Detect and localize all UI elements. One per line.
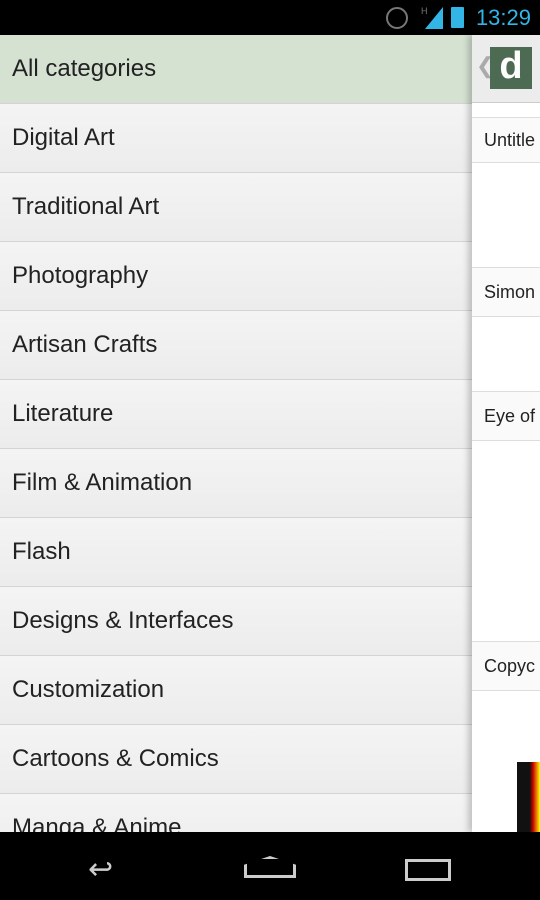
thumbnail-image[interactable]: [517, 762, 540, 832]
clock: 13:29: [475, 5, 531, 30]
nav-bar: ↩: [0, 832, 540, 900]
list-item[interactable]: Untitle: [472, 117, 540, 163]
list-item[interactable]: Eye of: [472, 391, 540, 441]
list-item[interactable]: Copyc: [472, 641, 540, 691]
category-item[interactable]: Customization: [0, 656, 472, 725]
action-bar: ❮ d: [472, 35, 540, 103]
content-panel[interactable]: ❮ d Untitle Simon Eye of Copyc: [472, 35, 540, 832]
home-icon[interactable]: [244, 856, 296, 878]
category-item[interactable]: Manga & Anime: [0, 794, 472, 832]
recent-apps-icon[interactable]: [405, 859, 451, 881]
category-item[interactable]: Designs & Interfaces: [0, 587, 472, 656]
category-item[interactable]: Film & Animation: [0, 449, 472, 518]
svg-text:H: H: [421, 6, 428, 16]
back-icon[interactable]: ↩: [88, 852, 113, 887]
category-item[interactable]: Flash: [0, 518, 472, 587]
category-item[interactable]: Literature: [0, 380, 472, 449]
category-item[interactable]: Cartoons & Comics: [0, 725, 472, 794]
category-item[interactable]: All categories: [0, 35, 472, 104]
battery-icon: [451, 7, 464, 28]
category-item[interactable]: Artisan Crafts: [0, 311, 472, 380]
signal-icon: H: [421, 6, 443, 29]
category-item[interactable]: Traditional Art: [0, 173, 472, 242]
category-item[interactable]: Photography: [0, 242, 472, 311]
alarm-icon: [386, 7, 408, 29]
status-bar: H 13:29: [0, 0, 540, 35]
category-drawer: All categories Digital Art Traditional Art…: [0, 35, 472, 832]
app-logo[interactable]: d: [490, 47, 532, 89]
category-item[interactable]: Digital Art: [0, 104, 472, 173]
list-item[interactable]: Simon: [472, 267, 540, 317]
